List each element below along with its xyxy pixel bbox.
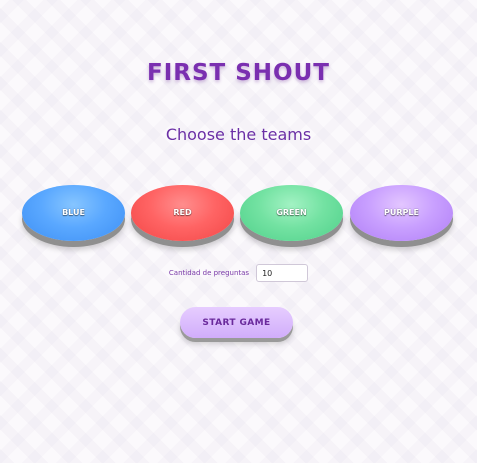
team-label-green: GREEN bbox=[276, 207, 307, 217]
team-label-purple: PURPLE bbox=[384, 207, 419, 217]
questions-count-label: Cantidad de preguntas bbox=[168, 269, 250, 277]
team-label-red: RED bbox=[173, 207, 192, 217]
questions-count-row: Cantidad de preguntas bbox=[0, 264, 477, 282]
team-label-blue: BLUE bbox=[62, 207, 85, 217]
start-game-button[interactable]: START GAME bbox=[180, 307, 293, 338]
team-button-blue[interactable]: BLUE bbox=[22, 185, 125, 241]
questions-count-input[interactable] bbox=[256, 264, 309, 282]
team-button-purple[interactable]: PURPLE bbox=[350, 185, 453, 241]
team-button-red[interactable]: RED bbox=[131, 185, 234, 241]
choose-teams-heading: Choose the teams bbox=[165, 125, 312, 144]
game-title: FIRST SHOUT bbox=[147, 60, 330, 86]
team-button-green[interactable]: GREEN bbox=[240, 185, 343, 241]
